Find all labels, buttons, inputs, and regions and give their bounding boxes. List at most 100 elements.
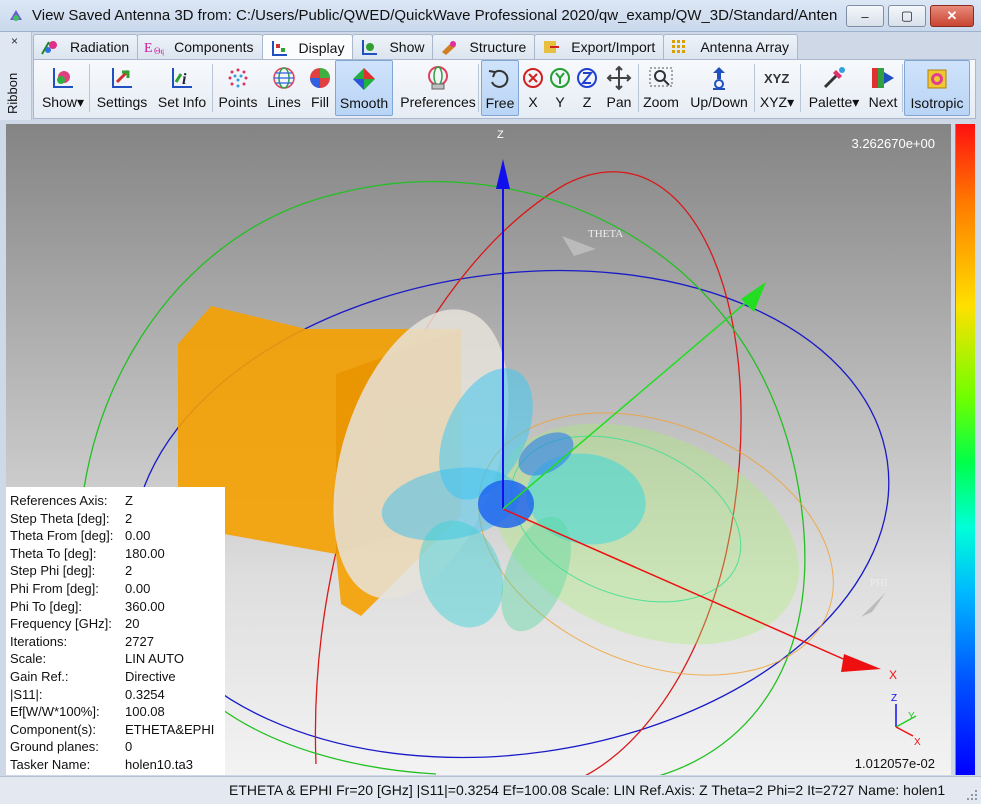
resize-grip-icon[interactable] — [966, 789, 978, 801]
preferences-label: Preferences — [400, 94, 476, 110]
palette-label: Palette — [808, 94, 853, 110]
tab-components[interactable]: E Θφ Components — [137, 34, 263, 59]
window-title: View Saved Antenna 3D from: C:/Users/Pub… — [32, 7, 838, 24]
maximize-button[interactable]: ▢ — [888, 5, 926, 27]
free-rotate-button[interactable]: Free — [481, 60, 519, 116]
tab-antenna-array[interactable]: Antenna Array — [663, 34, 799, 59]
free-rotate-label: Free — [485, 95, 515, 111]
xyz-icon: XYZ — [764, 71, 789, 86]
isotropic-label: Isotropic — [910, 95, 964, 111]
ribbon-tabs: Radiation E Θφ Components Display Show St… — [33, 34, 799, 60]
tab-radiation-label: Radiation — [70, 39, 130, 55]
tab-structure[interactable]: Structure — [432, 34, 536, 59]
up-down-button[interactable]: Up/Down — [684, 60, 754, 116]
show-tab-icon — [362, 40, 378, 55]
display-tab-icon — [271, 40, 287, 56]
tab-show[interactable]: Show — [352, 34, 434, 59]
xyz-icon-text: XYZ — [764, 71, 789, 86]
rotate-y-icon — [550, 68, 570, 88]
preferences-icon — [428, 66, 448, 90]
fill-label: Fill — [311, 94, 329, 110]
theta-axis-label: THETA — [588, 228, 623, 240]
status-text: ETHETA & EPHI Fr=20 [GHz] |S11|=0.3254 E… — [229, 782, 946, 798]
palette-button[interactable]: Palette▾ — [803, 60, 865, 116]
fill-button[interactable]: Fill — [304, 60, 336, 116]
rotate-x-button[interactable]: X — [520, 60, 546, 116]
next-label: Next — [868, 94, 898, 110]
set-info-button[interactable]: i Set Info — [154, 60, 210, 116]
mini-z-label: Z — [891, 693, 897, 704]
rotate-z-label: Z — [582, 94, 592, 110]
next-icon — [872, 68, 894, 88]
tab-show-label: Show — [389, 39, 425, 55]
radiation-tab-icon — [41, 41, 57, 55]
points-label: Points — [218, 94, 258, 110]
rotate-y-button[interactable]: Y — [547, 60, 573, 116]
tab-components-label: Components — [174, 39, 254, 55]
ribbon-side-strip: × Ribbon — [0, 32, 32, 120]
x-axis-arrow — [841, 654, 881, 672]
orientation-triad: Z Y X — [891, 693, 921, 748]
ribbon-separator — [800, 64, 801, 112]
x-axis-label: X — [889, 668, 897, 682]
fill-icon — [310, 68, 330, 88]
up-down-icon — [713, 67, 725, 90]
mini-y-label: Y — [908, 711, 915, 722]
components-tab-icon: E Θφ — [144, 41, 164, 56]
palette-icon — [823, 67, 845, 89]
y-axis-arrow — [741, 282, 766, 312]
rotate-x-label: X — [528, 94, 538, 110]
tab-export-import-label: Export/Import — [571, 39, 656, 55]
next-button[interactable]: Next — [865, 60, 901, 116]
up-down-label: Up/Down — [690, 94, 748, 110]
mini-x-label: X — [914, 737, 921, 748]
lines-icon — [273, 67, 295, 89]
colorbar-min-value: 1.012057e-02 — [854, 756, 935, 771]
ribbon-toolbar: Show▾ Settings i Set Info Points Lines F… — [33, 59, 976, 119]
minimize-button[interactable]: – — [846, 5, 884, 27]
rotate-y-label: Y — [555, 94, 565, 110]
tab-structure-label: Structure — [469, 39, 527, 55]
points-button[interactable]: Points — [214, 60, 262, 116]
lines-button[interactable]: Lines — [264, 60, 304, 116]
set-info-icon: i — [172, 68, 192, 88]
isotropic-button[interactable]: Isotropic — [904, 60, 970, 116]
phi-axis-label: PHI — [870, 577, 888, 589]
info-panel: References Axis: Z Step Theta [deg]: 2 The… — [6, 487, 225, 775]
ribbon-separator — [89, 64, 90, 112]
xyz-button[interactable]: XYZ XYZ▾ — [756, 60, 798, 116]
title-bar: View Saved Antenna 3D from: C:/Users/Pub… — [0, 0, 981, 32]
tab-display-label: Display — [298, 39, 345, 56]
pan-icon — [606, 65, 632, 91]
tab-export-import[interactable]: Export/Import — [534, 34, 665, 59]
points-icon — [228, 68, 248, 88]
ribbon-separator — [478, 64, 479, 112]
zoom-label: Zoom — [643, 94, 679, 110]
smooth-label: Smooth — [339, 95, 389, 111]
color-scale-bar — [955, 124, 975, 775]
app-icon — [10, 10, 22, 21]
show-button[interactable]: Show▾ — [38, 60, 88, 116]
tab-display[interactable]: Display — [261, 34, 354, 60]
rotate-z-icon — [577, 68, 597, 88]
preferences-button[interactable]: Preferences — [396, 60, 480, 116]
zoom-button[interactable]: Zoom — [640, 60, 682, 116]
pan-button[interactable]: Pan — [601, 60, 637, 116]
z-axis-label: Z — [497, 129, 504, 141]
settings-icon — [112, 68, 132, 88]
tab-radiation[interactable]: Radiation — [33, 34, 139, 59]
tab-antenna-array-label: Antenna Array — [700, 39, 790, 55]
ribbon-close-icon[interactable]: × — [11, 34, 18, 48]
close-button[interactable]: ✕ — [930, 5, 974, 27]
svg-text:i: i — [182, 71, 187, 88]
ribbon-toggle-label[interactable]: Ribbon — [5, 73, 20, 114]
set-info-label: Set Info — [157, 94, 207, 110]
rotate-z-button[interactable]: Z — [574, 60, 600, 116]
settings-button[interactable]: Settings — [92, 60, 152, 116]
phi-arrow — [861, 592, 886, 617]
xyz-label: XYZ — [759, 94, 788, 110]
smooth-button[interactable]: Smooth — [335, 60, 393, 116]
3d-viewport[interactable]: Z X THETA PHI Z Y X 3.262670e+00 1.01205… — [6, 124, 951, 775]
show-label: Show — [41, 94, 77, 110]
antenna-array-tab-icon — [672, 40, 686, 53]
